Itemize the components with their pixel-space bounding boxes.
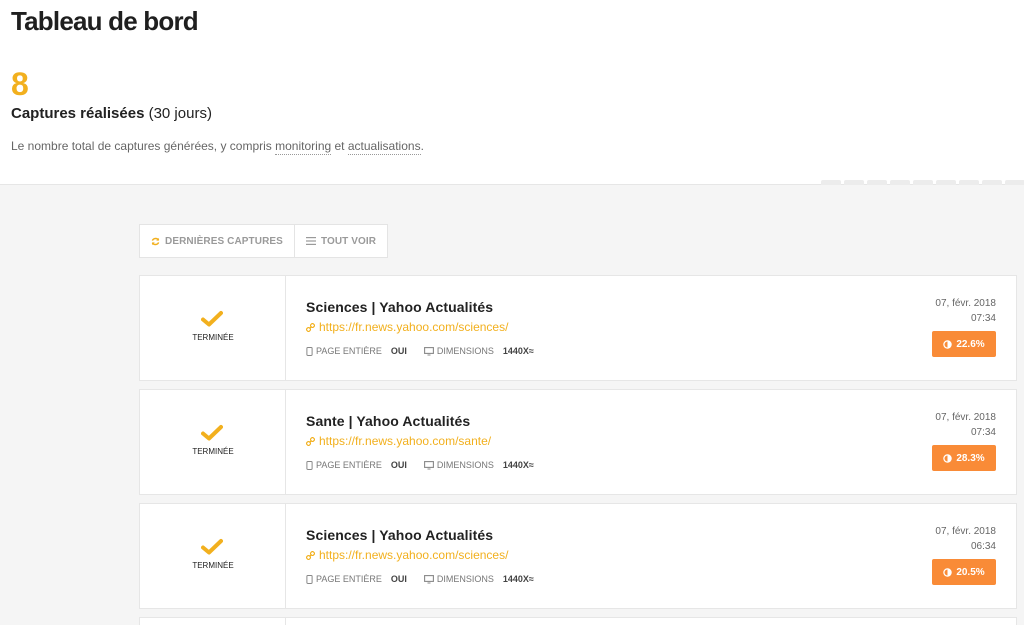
dimensions: DIMENSIONS 1440X≈ — [423, 574, 534, 584]
score-badge[interactable]: 22.6% — [932, 331, 996, 357]
mobile-icon — [306, 460, 313, 470]
capture-date: 07, févr. 2018 07:34 — [935, 410, 996, 440]
half-circle-icon — [943, 453, 953, 463]
mobile-icon — [306, 346, 313, 356]
half-circle-icon — [943, 339, 953, 349]
link-icon — [306, 436, 315, 446]
dimensions: DIMENSIONS 1440X≈ — [423, 346, 534, 356]
capture-card[interactable]: TERMINÉE Sciences | Yahoo Actualités htt… — [139, 275, 1017, 381]
score-value: 22.6% — [956, 338, 985, 350]
tab-latest-captures[interactable]: DERNIÈRES CAPTURES — [140, 225, 294, 257]
monitor-icon — [423, 574, 434, 584]
page-title: Tableau de bord — [11, 6, 199, 36]
capture-url-link[interactable]: https://fr.news.yahoo.com/sciences/ — [306, 320, 508, 334]
refresh-icon — [151, 237, 160, 246]
capture-day: 07, févr. 2018 — [935, 526, 996, 537]
tab-see-all-label: TOUT VOIR — [320, 235, 377, 247]
page-mode-value: OUI — [390, 574, 407, 584]
dimensions: DIMENSIONS 1440X≈ — [423, 460, 534, 470]
status-label: TERMINÉE — [192, 333, 234, 342]
status-label: TERMINÉE — [192, 561, 234, 570]
tab-latest-captures-label: DERNIÈRES CAPTURES — [165, 235, 283, 247]
capture-title[interactable]: Sante | Yahoo Actualités — [306, 413, 470, 429]
half-circle-icon — [943, 567, 953, 577]
dimensions-label: DIMENSIONS — [436, 574, 494, 584]
link-icon — [306, 322, 315, 332]
dimensions-value: 1440X≈ — [502, 574, 534, 584]
dimensions-value: 1440X≈ — [502, 346, 534, 356]
monitoring-term[interactable]: monitoring — [275, 139, 332, 155]
capture-day: 07, févr. 2018 — [935, 298, 996, 309]
capture-url-link[interactable]: https://fr.news.yahoo.com/sciences/ — [306, 548, 508, 562]
check-icon — [201, 425, 223, 441]
captures-label-period: (30 jours) — [144, 105, 212, 122]
capture-title[interactable]: Sciences | Yahoo Actualités — [306, 299, 493, 315]
score-badge[interactable]: 28.3% — [932, 445, 996, 471]
page-mode: PAGE ENTIÈRE OUI — [306, 574, 407, 584]
capture-url: https://fr.news.yahoo.com/sante/ — [319, 434, 492, 448]
desc-suffix: . — [420, 139, 424, 153]
score-badge[interactable]: 20.5% — [932, 559, 996, 585]
dashboard-header: Tableau de bord 8 Captures réalisées (30… — [0, 0, 1024, 185]
score-value: 20.5% — [956, 566, 985, 578]
check-icon — [201, 539, 223, 555]
monitor-icon — [423, 346, 434, 356]
page-mode-value: OUI — [390, 460, 407, 470]
capture-day: 07, févr. 2018 — [935, 412, 996, 423]
capture-url: https://fr.news.yahoo.com/sciences/ — [319, 548, 509, 562]
capture-date: 07, févr. 2018 06:34 — [935, 524, 996, 554]
tab-see-all[interactable]: TOUT VOIR — [293, 225, 387, 257]
dimensions-value: 1440X≈ — [502, 460, 534, 470]
captures-description: Le nombre total de captures générées, y … — [11, 139, 424, 155]
desc-prefix: Le nombre total de captures générées, y … — [11, 139, 276, 153]
capture-url: https://fr.news.yahoo.com/sciences/ — [319, 320, 509, 334]
page-mode-value: OUI — [390, 346, 407, 356]
capture-card-partial — [139, 617, 1017, 625]
score-value: 28.3% — [956, 452, 985, 464]
capture-url-link[interactable]: https://fr.news.yahoo.com/sante/ — [306, 434, 491, 448]
capture-time: 07:34 — [970, 313, 996, 324]
capture-meta: PAGE ENTIÈRE OUI DIMENSIONS 1440X≈ — [306, 346, 534, 356]
dimensions-label: DIMENSIONS — [436, 460, 494, 470]
mobile-icon — [306, 574, 313, 584]
page-mode-label: PAGE ENTIÈRE — [316, 346, 382, 356]
captures-count-label: Captures réalisées (30 jours) — [11, 105, 212, 122]
link-icon — [306, 550, 315, 560]
capture-date: 07, févr. 2018 07:34 — [935, 296, 996, 326]
captures-tabs: DERNIÈRES CAPTURES TOUT VOIR — [139, 224, 389, 258]
capture-status: TERMINÉE — [140, 390, 286, 494]
capture-card[interactable]: TERMINÉE Sante | Yahoo Actualités https:… — [139, 389, 1017, 495]
capture-card[interactable]: TERMINÉE Sciences | Yahoo Actualités htt… — [139, 503, 1017, 609]
desc-middle: et — [331, 139, 348, 153]
actualisations-term[interactable]: actualisations — [347, 139, 421, 155]
capture-title[interactable]: Sciences | Yahoo Actualités — [306, 527, 493, 543]
capture-status: TERMINÉE — [140, 504, 286, 608]
status-label: TERMINÉE — [192, 447, 234, 456]
capture-time: 07:34 — [970, 427, 996, 438]
page-mode: PAGE ENTIÈRE OUI — [306, 460, 407, 470]
header-decoration — [821, 180, 1024, 185]
captures-count: 8 — [11, 66, 29, 102]
capture-meta: PAGE ENTIÈRE OUI DIMENSIONS 1440X≈ — [306, 460, 534, 470]
captures-label-bold: Captures réalisées — [11, 105, 145, 122]
capture-time: 06:34 — [970, 541, 996, 552]
page-mode-label: PAGE ENTIÈRE — [316, 460, 382, 470]
list-icon — [305, 237, 316, 245]
capture-meta: PAGE ENTIÈRE OUI DIMENSIONS 1440X≈ — [306, 574, 534, 584]
dimensions-label: DIMENSIONS — [436, 346, 494, 356]
capture-status: TERMINÉE — [140, 276, 286, 380]
page-mode-label: PAGE ENTIÈRE — [316, 574, 382, 584]
monitor-icon — [423, 460, 434, 470]
page-mode: PAGE ENTIÈRE OUI — [306, 346, 407, 356]
check-icon — [201, 311, 223, 327]
